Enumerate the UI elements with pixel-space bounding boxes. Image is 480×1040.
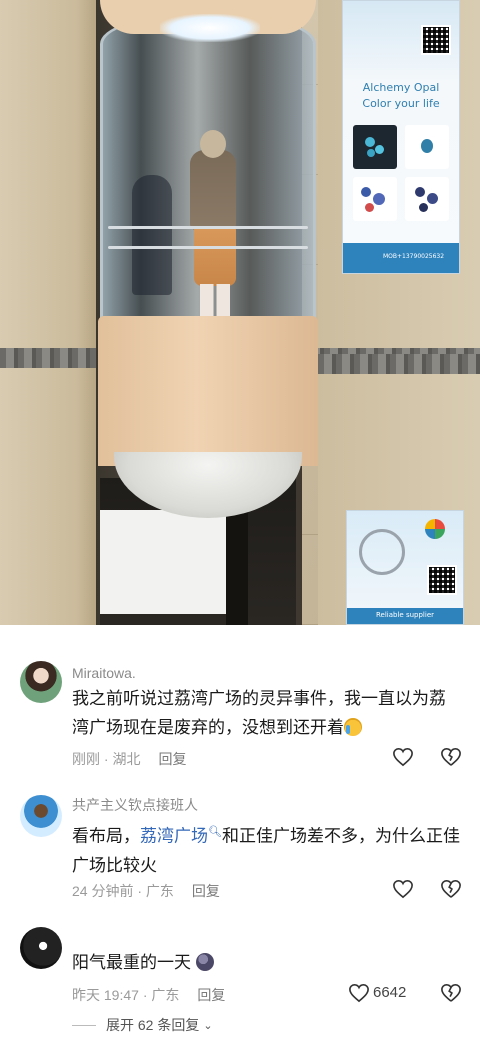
- avatar[interactable]: [20, 927, 62, 969]
- avatar[interactable]: [20, 661, 62, 703]
- comment-location: 广东: [145, 883, 174, 899]
- search-icon[interactable]: 🔍︎: [208, 825, 222, 838]
- expand-replies-button[interactable]: 展开 62 条回复 ⌄: [72, 1015, 213, 1035]
- comment-meta: 昨天 19:47 · 广东 回复: [72, 987, 226, 1003]
- ad-line1: Alchemy Opal: [362, 81, 440, 94]
- comment-text-prefix: 看布局，: [72, 826, 140, 847]
- gem-tile: [353, 125, 397, 169]
- qr-code: [427, 565, 457, 595]
- handrail: [108, 226, 308, 229]
- post-photo[interactable]: Alchemy Opal Color your life MOB+1379002…: [0, 0, 480, 625]
- ceiling-light: [160, 14, 260, 42]
- broken-heart-icon[interactable]: [440, 983, 462, 1003]
- reflection-figure: [132, 175, 172, 295]
- comment-location: 广东: [151, 987, 180, 1003]
- comment-username[interactable]: 共产主义钦点接班人: [72, 795, 198, 815]
- ad-footer: MOB+13790025632: [343, 243, 459, 273]
- comment-text-body: 阳气最重的一天: [72, 953, 191, 973]
- decor-band: [318, 354, 480, 374]
- avatar[interactable]: [20, 795, 62, 837]
- comment-meta: 刚刚 · 湖北 回复: [72, 751, 187, 767]
- gem-tile: [405, 177, 449, 221]
- handrail: [108, 246, 308, 249]
- mannequin-legs: [200, 284, 230, 316]
- heart-outline-icon[interactable]: [392, 879, 414, 899]
- reply-button[interactable]: 回复: [197, 987, 225, 1003]
- heart-outline-icon[interactable]: [348, 983, 370, 1003]
- gem-tile: [353, 177, 397, 221]
- ad-line2: Color your life: [362, 97, 440, 110]
- gem-tile: [405, 125, 449, 169]
- ad-banner-bottom: Reliable supplier: [346, 510, 464, 625]
- mannequin-head: [200, 130, 226, 158]
- comment-time: 昨天 19:47: [72, 987, 139, 1003]
- crying-face-icon: [344, 718, 362, 736]
- broken-heart-icon[interactable]: [440, 879, 462, 899]
- doorway-light: [100, 510, 228, 614]
- comment-meta: 24 分钟前 · 广东 回复: [72, 883, 220, 899]
- chevron-down-icon: ⌄: [203, 1019, 213, 1032]
- reply-button[interactable]: 回复: [158, 751, 186, 767]
- comment-text: 我之前听说过荔湾广场的灵异事件，我一直以为荔湾广场现在是废弃的，没想到还开着: [72, 685, 462, 743]
- comment-text-body: 我之前听说过荔湾广场的灵异事件，我一直以为荔湾广场现在是废弃的，没想到还开着: [72, 689, 446, 738]
- comment-time: 24 分钟前: [72, 883, 134, 899]
- qr-code: [421, 25, 451, 55]
- mannequin-skirt: [194, 226, 236, 286]
- ad-banner-top: Alchemy Opal Color your life MOB+1379002…: [342, 0, 460, 274]
- ad-footer: Reliable supplier: [347, 608, 463, 624]
- comment-text: 阳气最重的一天: [72, 949, 462, 978]
- elevator-base-panel: [98, 316, 318, 466]
- comment-text: 看布局，荔湾广场🔍︎和正佳广场差不多，为什么正佳广场比较火: [72, 817, 462, 881]
- broken-heart-icon[interactable]: [440, 747, 462, 767]
- expand-replies-label: 展开 62 条回复: [106, 1017, 200, 1033]
- reply-button[interactable]: 回复: [192, 883, 220, 899]
- topic-link[interactable]: 荔湾广场: [140, 827, 208, 847]
- brand-logo: [425, 519, 445, 539]
- wall-left-panel: [0, 0, 96, 625]
- bracelet-image: [359, 529, 405, 575]
- heart-outline-icon[interactable]: [392, 747, 414, 767]
- mannequin-figure: [190, 150, 236, 230]
- comment-location: 湖北: [112, 751, 141, 767]
- dark-blob-icon: [196, 953, 215, 971]
- divider: [72, 1024, 96, 1026]
- comment-time: 刚刚: [72, 751, 100, 767]
- comment-section: Miraitowa. 我之前听说过荔湾广场的灵异事件，我一直以为荔湾广场现在是废…: [0, 625, 480, 1040]
- comment-username[interactable]: Miraitowa.: [72, 665, 136, 681]
- like-count: 6642: [373, 984, 407, 1001]
